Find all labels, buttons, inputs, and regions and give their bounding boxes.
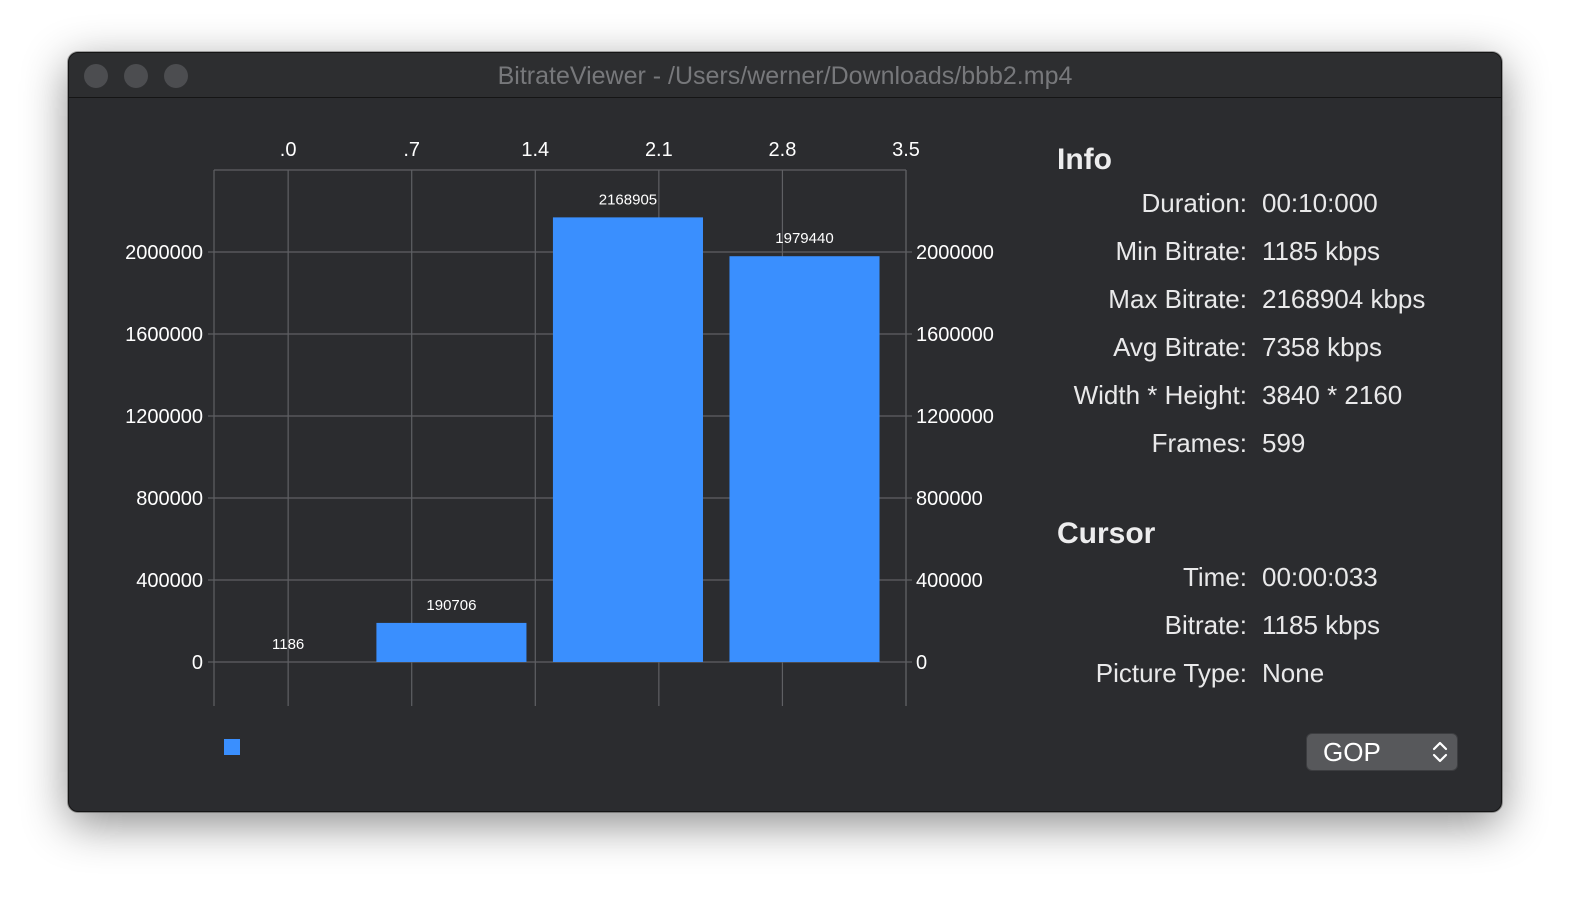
info-value: 7358 kbps: [1262, 332, 1382, 362]
bar-value-label: 2168905: [599, 191, 657, 208]
info-value: 00:10:000: [1262, 188, 1378, 218]
cursor-value: None: [1262, 658, 1325, 688]
y-tick-label-right: 1600000: [916, 324, 994, 346]
x-tick-label: 1.4: [521, 139, 549, 161]
info-label: Min Bitrate:: [1115, 236, 1248, 266]
info-label: Duration:: [1141, 188, 1248, 218]
legend-swatch: [224, 739, 240, 755]
info-heading: Info: [1057, 143, 1112, 176]
info-label: Max Bitrate:: [1108, 284, 1247, 314]
x-tick-label: .7: [403, 139, 420, 161]
cursor-label: Picture Type:: [1095, 658, 1247, 688]
cursor-value: 00:00:033: [1262, 562, 1378, 592]
x-tick-label: 3.5: [892, 139, 920, 161]
bitrate-chart[interactable]: 0 0 400000 400000 800000 800000 1200000 1200000…: [69, 53, 1029, 793]
y-tick-label-left: 800000: [136, 488, 203, 510]
y-tick-label-left: 0: [192, 652, 203, 674]
info-value: 2168904 kbps: [1262, 284, 1426, 314]
cursor-label: Time:: [1182, 562, 1247, 592]
info-label: Frames:: [1151, 428, 1247, 458]
info-value: 599: [1262, 428, 1306, 458]
bar: [729, 256, 880, 662]
bar-value-label: 1979440: [775, 230, 833, 247]
cursor-label: Bitrate:: [1164, 610, 1247, 640]
x-tick-label: .0: [280, 139, 297, 161]
mode-select-value: GOP: [1323, 737, 1381, 767]
y-tick-label-left: 1600000: [125, 324, 203, 346]
x-tick-label: 2.1: [645, 139, 673, 161]
mode-select[interactable]: GOP: [1306, 733, 1458, 771]
info-label: Width * Height:: [1073, 380, 1247, 410]
y-tick-label-right: 0: [916, 652, 927, 674]
y-tick-label-right: 2000000: [916, 242, 994, 264]
x-tick-label: 2.8: [769, 139, 797, 161]
app-window: BitrateViewer - /Users/werner/Downloads/…: [68, 52, 1502, 812]
cursor-value: 1185 kbps: [1262, 610, 1381, 640]
y-tick-label-left: 1200000: [125, 406, 203, 428]
bar-value-label: 1186: [272, 636, 304, 653]
bar: [376, 622, 527, 662]
info-label: Avg Bitrate:: [1113, 332, 1247, 362]
up-down-chevron-icon: [1432, 741, 1448, 763]
bar-value-label: 190706: [426, 597, 476, 614]
y-tick-label-right: 800000: [916, 488, 983, 510]
y-tick-label-left: 2000000: [125, 242, 203, 264]
cursor-heading: Cursor: [1057, 517, 1156, 550]
bar: [552, 217, 703, 662]
y-tick-label-right: 1200000: [916, 406, 994, 428]
y-tick-label-right: 400000: [916, 570, 983, 592]
info-value: 1185 kbps: [1262, 236, 1381, 266]
y-tick-label-left: 400000: [136, 570, 203, 592]
info-value: 3840 * 2160: [1262, 380, 1403, 410]
